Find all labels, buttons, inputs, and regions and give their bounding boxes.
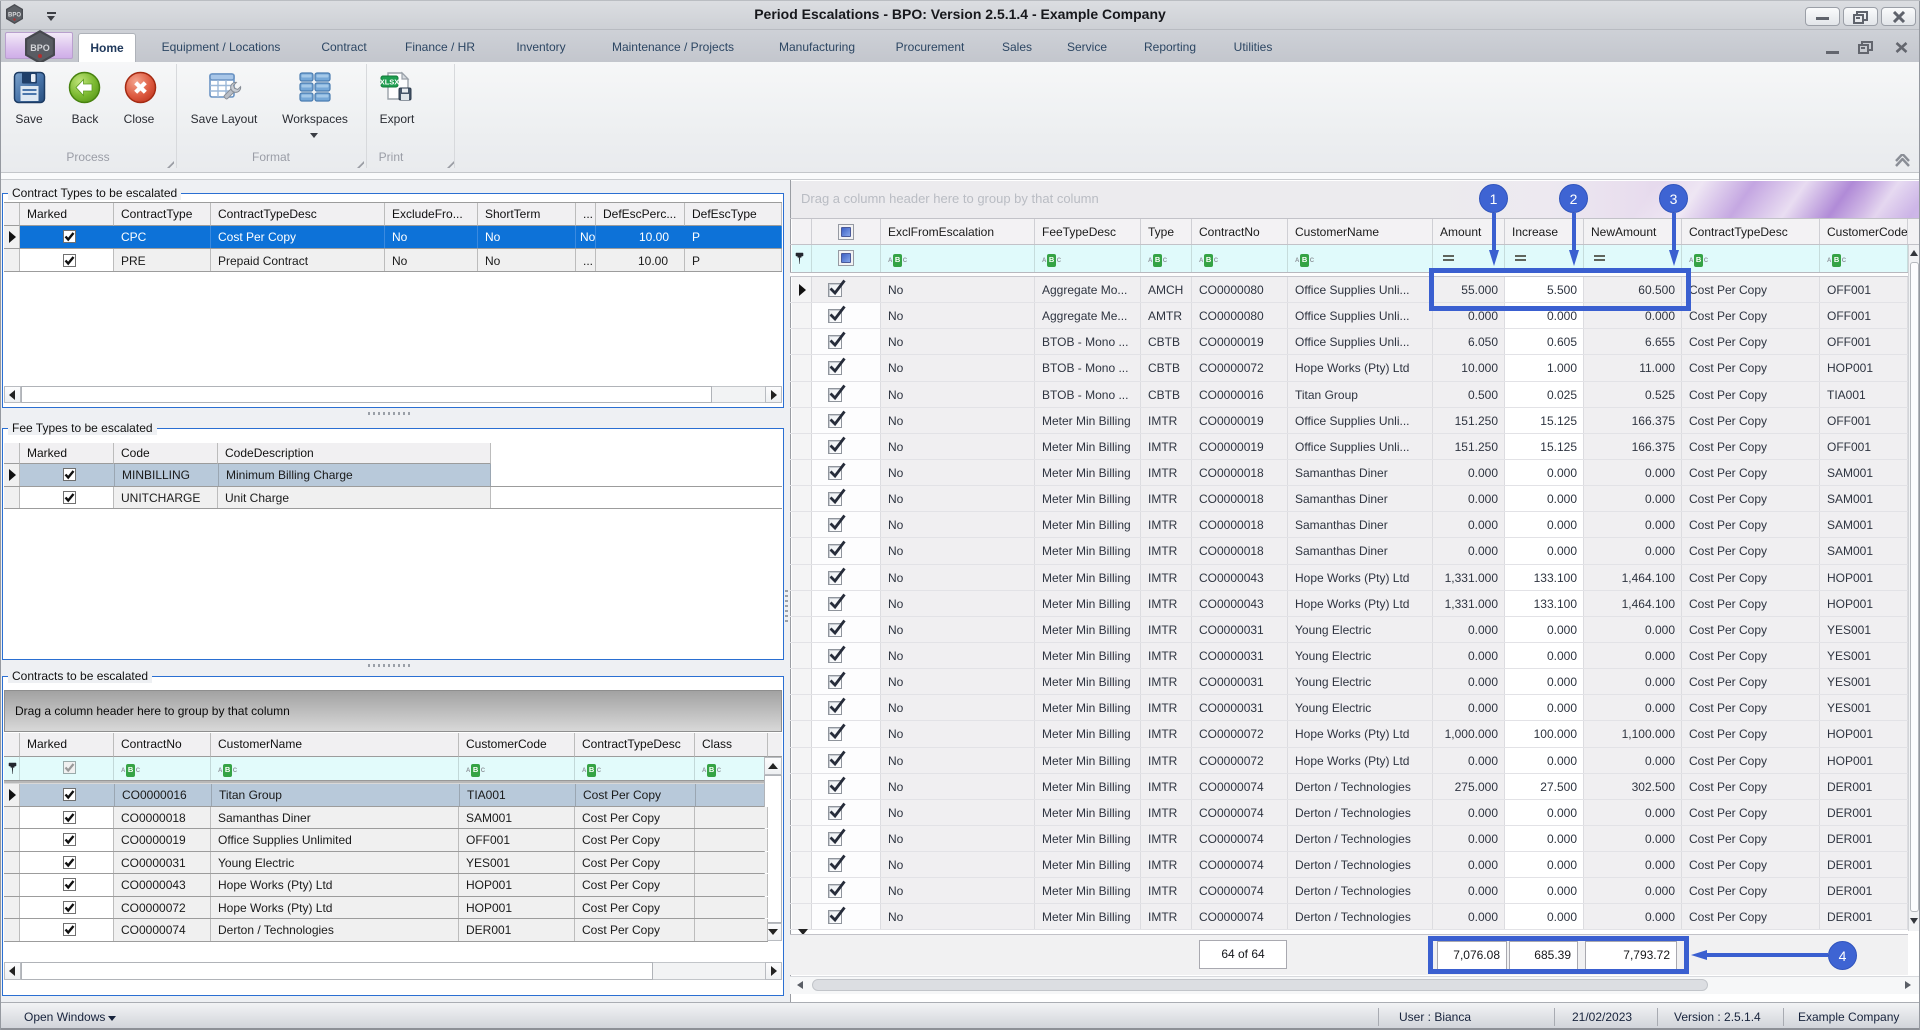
svg-text:BPO: BPO (30, 43, 50, 53)
svg-text:XLSX: XLSX (380, 78, 399, 87)
